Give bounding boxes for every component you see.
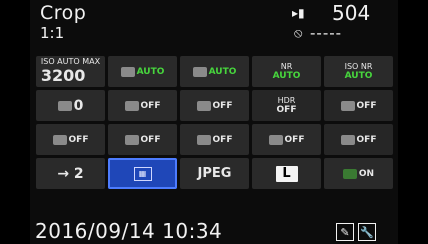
green-plus-cell[interactable]: ON [324, 158, 393, 189]
stripes-badge: OFF [284, 134, 305, 145]
shadow-cell[interactable]: OFF [180, 90, 249, 121]
iso-nr-label: ISO NR [344, 61, 373, 71]
nr-cell[interactable]: NR AUTO [252, 56, 321, 87]
exposure-comp-cell[interactable]: 0 [36, 90, 105, 121]
grid-cell[interactable]: OFF [324, 90, 393, 121]
nr-label: NR [280, 61, 293, 71]
exposure-comp-value: 0 [73, 97, 84, 114]
pen-icon[interactable]: ✎ [336, 223, 354, 241]
highlight-cell[interactable]: OFF [108, 90, 177, 121]
frame-badge: OFF [140, 134, 161, 145]
multi-dot-icon [52, 134, 67, 145]
auto-white-balance-cell[interactable]: AUTO [180, 56, 249, 87]
status-header: Crop 1:1 ▸▮ 504 ⦸ ----- [30, 0, 398, 44]
auto-exposure-badge: AUTO [136, 66, 165, 77]
auto-exposure-icon [120, 66, 135, 77]
status-dashes: ----- [310, 24, 343, 42]
highlight-icon [124, 100, 139, 111]
hdr-cell[interactable]: HDR OFF [252, 90, 321, 121]
exposure-comp-icon [57, 100, 72, 111]
iso-nr-cell[interactable]: ISO NR AUTO [324, 56, 393, 87]
wifi-off-icon: ⦸ [294, 26, 303, 41]
file-format-value: JPEG [197, 166, 232, 181]
control-panel-grid: ISO AUTO MAX 3200 AUTO AUTO NR AUTO ISO … [36, 56, 393, 221]
iso-auto-max-label: ISO AUTO MAX [40, 57, 101, 66]
wrench-icon[interactable]: 🔧 [358, 223, 376, 241]
highlight-badge: OFF [140, 100, 161, 111]
shadow-icon [196, 100, 211, 111]
shadow-badge: OFF [212, 100, 233, 111]
iso-value: 3200 [40, 66, 86, 85]
shake-reduction-cell[interactable]: OFF [324, 124, 393, 155]
iso-auto-max-cell[interactable]: ISO AUTO MAX 3200 [36, 56, 105, 87]
lens-correction-cell[interactable]: OFF [180, 124, 249, 155]
card-slot-cell[interactable]: → 2 [36, 158, 105, 189]
iso-nr-badge: AUTO [344, 70, 373, 81]
page-title: Crop [40, 2, 87, 24]
camera-screen: Crop 1:1 ▸▮ 504 ⦸ ----- ISO AUTO MAX 320… [30, 0, 398, 244]
auto-white-balance-badge: AUTO [208, 66, 237, 77]
shake-reduction-icon [340, 134, 355, 145]
crop-frame-icon: ▦ [133, 166, 152, 181]
shots-remaining: 504 [332, 1, 371, 25]
hdr-label: HDR [277, 95, 296, 105]
shake-reduction-badge: OFF [356, 134, 377, 145]
auto-white-balance-icon [192, 66, 207, 77]
footer-bar: 2016/09/14 10:34 ✎ 🔧 [30, 219, 398, 244]
green-plus-icon [342, 168, 357, 179]
frame-icon [124, 134, 139, 145]
file-format-cell[interactable]: JPEG [180, 158, 249, 189]
hdr-badge: OFF [276, 104, 297, 115]
image-size-value: L [275, 165, 298, 182]
multi-dot-cell[interactable]: OFF [36, 124, 105, 155]
grid-badge: OFF [356, 100, 377, 111]
image-size-cell[interactable]: L [252, 158, 321, 189]
nr-badge: AUTO [272, 70, 301, 81]
crop-cell-selected[interactable]: ▦ [108, 158, 177, 189]
green-plus-badge: ON [358, 168, 375, 179]
stripes-cell[interactable]: OFF [252, 124, 321, 155]
date-time: 2016/09/14 10:34 [35, 219, 223, 243]
grid-icon [340, 100, 355, 111]
auto-exposure-cell[interactable]: AUTO [108, 56, 177, 87]
aspect-ratio: 1:1 [40, 24, 65, 42]
sd-card-icon: ▸▮ [292, 6, 305, 20]
stripes-icon [268, 134, 283, 145]
multi-dot-badge: OFF [68, 134, 89, 145]
lens-correction-badge: OFF [212, 134, 233, 145]
card-slot-value: → 2 [57, 165, 84, 182]
lens-correction-icon [196, 134, 211, 145]
frame-cell[interactable]: OFF [108, 124, 177, 155]
